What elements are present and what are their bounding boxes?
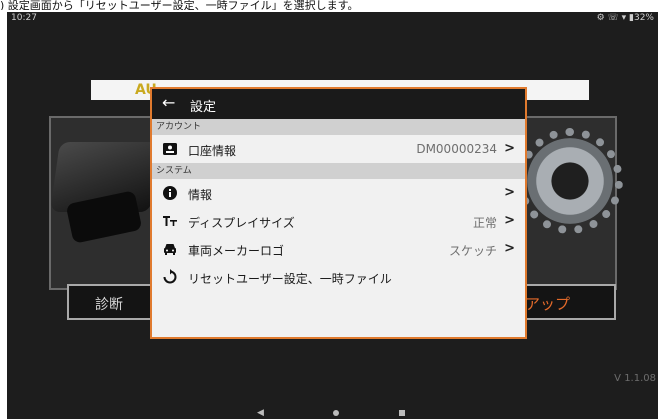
row-label: 車両メーカーロゴ [188, 244, 285, 258]
nav-home-icon[interactable] [333, 410, 339, 416]
android-nav-bar: ◀ [7, 407, 658, 419]
chevron-right-icon: > [504, 141, 515, 156]
row-value: 正常 [472, 216, 497, 230]
reset-icon [163, 269, 177, 284]
status-indicators: ⚙ ☏ ▾ ▮32% [596, 13, 654, 23]
section-system: システム [152, 163, 525, 179]
nav-back-icon[interactable]: ◀ [257, 408, 264, 418]
settings-dialog: ← 設定 アカウント 口座情報 DM00000234 > システム 情報 > デ… [150, 87, 527, 339]
dialog-title: 設定 [190, 100, 217, 115]
row-display-size[interactable]: ディスプレイサイズ 正常 > [152, 207, 525, 235]
diagnose-button[interactable]: 診断 [67, 284, 159, 320]
chevron-right-icon: > [504, 213, 515, 228]
chevron-right-icon: > [504, 185, 515, 200]
row-label: 口座情報 [188, 144, 237, 158]
row-value: DM00000234 [416, 142, 497, 156]
back-arrow-icon[interactable]: ← [162, 93, 175, 112]
row-reset-user-settings[interactable]: リセットユーザー設定、一時ファイル [152, 263, 525, 291]
gear-image [527, 138, 613, 224]
info-icon [163, 186, 177, 200]
account-card-icon [163, 143, 177, 155]
row-info[interactable]: 情報 > [152, 179, 525, 207]
nav-recents-icon[interactable] [399, 410, 405, 416]
setup-button[interactable]: セットアップ [516, 284, 616, 320]
row-label: ディスプレイサイズ [188, 216, 295, 230]
row-label: 情報 [188, 188, 213, 202]
dialog-header: ← 設定 [152, 89, 525, 119]
row-vehicle-logo[interactable]: 車両メーカーロゴ スケッチ > [152, 235, 525, 263]
chevron-right-icon: > [504, 241, 515, 256]
row-account-info[interactable]: 口座情報 DM00000234 > [152, 135, 525, 163]
row-value: スケッチ [448, 244, 497, 258]
text-size-icon [163, 216, 177, 226]
row-label: リセットユーザー設定、一時ファイル [188, 272, 392, 286]
status-bar: 10:27 ⚙ ☏ ▾ ▮32% [7, 12, 658, 26]
version-label: V 1.1.08 [614, 373, 656, 384]
diagnose-button-label: 診断 [95, 297, 123, 313]
car-icon [164, 244, 176, 255]
status-time: 10:27 [11, 13, 37, 23]
instruction-caption: ) 設定画面から「リセットユーザー設定、一時ファイル」を選択します。 [0, 0, 359, 10]
tablet-screen: 10:27 ⚙ ☏ ▾ ▮32% AU 診断 セットアップ V 1.1.08 ◀… [7, 12, 658, 419]
section-account: アカウント [152, 119, 525, 135]
